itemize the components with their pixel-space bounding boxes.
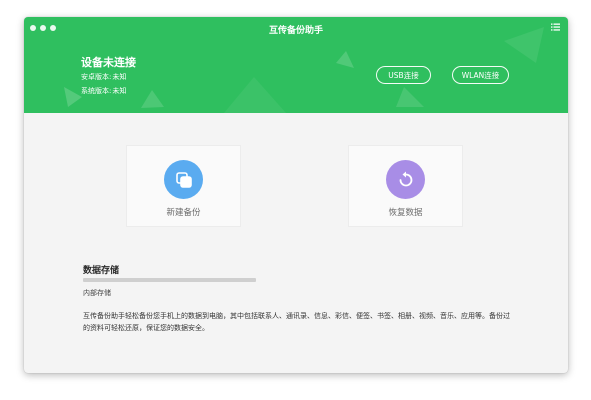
window-title: 互传备份助手 <box>268 26 323 36</box>
app-window: 互传备份助手 设备未连接 安卓版本:未知 系统版本:未知 USB连接 WLAN连… <box>24 17 568 373</box>
system-version: 系统版本:未知 <box>81 86 126 96</box>
app-description: 互传备份助手轻松备份您手机上的数据到电脑，其中包括联系人、通讯录、信息、彩信、便… <box>83 312 510 332</box>
list-icon[interactable] <box>551 23 560 31</box>
system-version-label: 系统版本: <box>81 87 112 95</box>
wlan-connect-button[interactable]: WLAN连接 <box>452 66 509 84</box>
android-version: 安卓版本:未知 <box>81 72 126 82</box>
restore-icon-circle <box>386 160 425 199</box>
storage-usage-bar <box>83 278 256 282</box>
storage-subtitle: 内部存储 <box>83 289 111 297</box>
restore-data-card[interactable]: 恢复数据 <box>348 145 463 227</box>
copy-icon <box>175 171 192 188</box>
system-version-value: 未知 <box>112 87 127 95</box>
backup-icon-circle <box>164 160 203 199</box>
usb-connect-button[interactable]: USB连接 <box>376 66 431 84</box>
new-backup-label: 新建备份 <box>166 208 201 218</box>
android-version-label: 安卓版本: <box>81 73 112 81</box>
connection-status: 设备未连接 <box>81 56 136 69</box>
restore-icon <box>399 171 412 186</box>
header-banner: 互传备份助手 设备未连接 安卓版本:未知 系统版本:未知 USB连接 WLAN连… <box>24 17 568 113</box>
android-version-value: 未知 <box>112 73 127 81</box>
new-backup-card[interactable]: 新建备份 <box>126 145 241 227</box>
storage-title: 数据存储 <box>83 266 120 276</box>
restore-data-label: 恢复数据 <box>388 208 423 218</box>
